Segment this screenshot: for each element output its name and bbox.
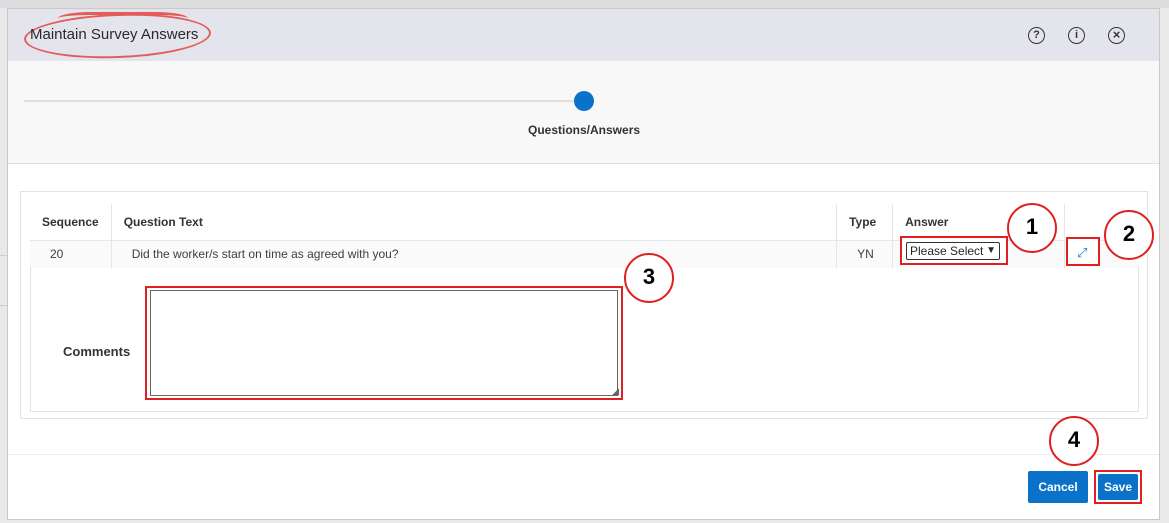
- dialog-titlebar: Maintain Survey Answers ? i ×: [8, 9, 1159, 62]
- comments-label: Comments: [63, 344, 131, 359]
- dialog-title: Maintain Survey Answers: [30, 26, 199, 43]
- help-icon[interactable]: ?: [1028, 27, 1045, 44]
- answer-select-highlight: Please Select ▼: [900, 236, 1008, 265]
- resize-grip-icon[interactable]: ◢: [612, 386, 619, 397]
- cell-sequence: 20: [30, 240, 112, 268]
- annotation-callout-1: 1: [1007, 203, 1057, 253]
- wizard-progress: Questions/Answers: [8, 61, 1159, 164]
- answer-select[interactable]: Please Select ▼: [906, 242, 1000, 260]
- info-icon[interactable]: i: [1068, 27, 1085, 44]
- column-header-question-text[interactable]: Question Text: [111, 204, 838, 241]
- expand-icon[interactable]: ⤢: [1077, 245, 1087, 261]
- comments-textarea-highlight: ◢: [145, 286, 623, 400]
- column-header-sequence[interactable]: Sequence: [30, 204, 112, 241]
- survey-dialog: Maintain Survey Answers ? i × Questions/…: [7, 8, 1160, 520]
- column-header-type[interactable]: Type: [836, 204, 894, 241]
- wizard-current-step-marker: [574, 91, 594, 111]
- annotation-callout-4: 4: [1049, 416, 1099, 466]
- cell-type: YN: [836, 240, 894, 268]
- comments-section: Comments ◢: [30, 266, 1139, 412]
- cell-question-text: Did the worker/s start on time as agreed…: [111, 240, 838, 268]
- save-button[interactable]: Save: [1098, 474, 1138, 500]
- questions-region: Sequence Question Text Type Answer 20 Di…: [20, 191, 1148, 419]
- expand-row-highlight: ⤢: [1066, 237, 1100, 266]
- comments-textarea[interactable]: [150, 290, 618, 396]
- footer-divider: [8, 454, 1159, 455]
- chevron-down-icon: ▼: [986, 245, 996, 256]
- cancel-button[interactable]: Cancel: [1028, 471, 1088, 503]
- wizard-track: [24, 100, 584, 102]
- background-page: [0, 0, 1169, 8]
- annotation-callout-3: 3: [624, 253, 674, 303]
- title-annotation-swoosh: [58, 12, 188, 25]
- annotation-callout-2: 2: [1104, 210, 1154, 260]
- wizard-step-label: Questions/Answers: [528, 123, 641, 137]
- answer-select-value: Please Select: [910, 244, 984, 258]
- close-icon[interactable]: ×: [1108, 27, 1125, 44]
